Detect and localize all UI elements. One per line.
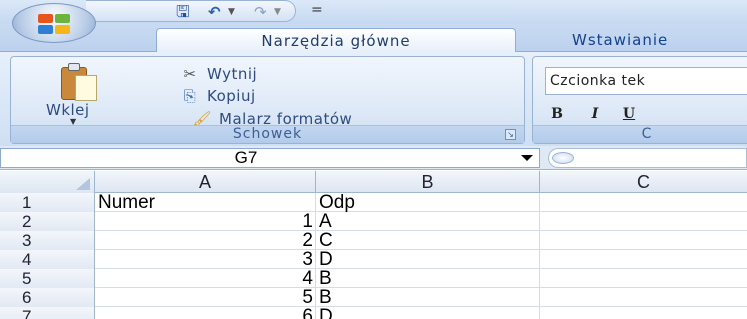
select-all-corner[interactable] [0,171,95,193]
italic-button[interactable]: I [583,103,607,125]
row-header[interactable]: 4 [0,250,95,269]
table-row: 6 5 B [0,288,747,307]
table-row: 7 6 D [0,307,747,319]
font-group: Czcionka tek B I U C [532,56,747,144]
scissors-icon: ✂ [183,65,197,83]
cell-c2[interactable] [540,212,747,231]
ribbon-tab-bar: Narzędzia główne Wstawianie [0,24,747,53]
paste-button[interactable]: Wklej [46,101,90,119]
cell-b7[interactable]: D [316,307,540,319]
cell-a6[interactable]: 5 [95,288,316,307]
column-header-row: A B C [0,171,747,193]
name-box-value: G7 [234,148,258,167]
table-row: 1 Numer Odp [0,193,747,212]
dialog-launcher-icon[interactable]: ↘ [505,129,516,140]
row-header[interactable]: 7 [0,307,95,319]
cell-c5[interactable] [540,269,747,288]
bold-button[interactable]: B [545,103,569,125]
redo-dropdown-icon[interactable]: ▼ [274,3,281,21]
underline-button[interactable]: U [617,103,641,125]
cell-c1[interactable] [540,193,747,212]
cell-a3[interactable]: 2 [95,231,316,250]
tab-insert[interactable]: Wstawianie [558,28,682,53]
row-header[interactable]: 3 [0,231,95,250]
copy-button[interactable]: ⎘ Kopiuj [179,85,256,109]
font-group-title: C [533,125,747,143]
cell-b5[interactable]: B [316,269,540,288]
paste-icon[interactable] [57,63,101,103]
ribbon: Wklej ▼ ✂ Wytnij ⎘ Kopiuj 🖌 Malarz formatów… [0,52,747,146]
quick-access-toolbar: 🖫 ↶ ▼ ↷ ▼ [86,0,296,22]
cell-a7[interactable]: 6 [95,307,316,319]
formula-bar: G7 [0,146,747,170]
clipboard-group-title: Schowek [11,125,524,143]
cell-c7[interactable] [540,307,747,319]
cell-b4[interactable]: D [316,250,540,269]
save-icon[interactable]: 🖫 [176,3,190,21]
chevron-down-icon[interactable] [521,155,533,161]
font-group-title-fragment: C [641,126,653,142]
office-logo-icon [38,14,70,34]
table-row: 3 2 C [0,231,747,250]
cell-a4[interactable]: 3 [95,250,316,269]
clipboard-group: Wklej ▼ ✂ Wytnij ⎘ Kopiuj 🖌 Malarz formatów… [10,56,525,144]
row-header[interactable]: 5 [0,269,95,288]
undo-icon[interactable]: ↶ [208,3,221,21]
column-header-b[interactable]: B [316,171,540,193]
cell-c3[interactable] [540,231,747,250]
copy-label: Kopiuj [207,87,256,105]
cell-b3[interactable]: C [316,231,540,250]
cell-c4[interactable] [540,250,747,269]
spreadsheet-grid: A B C 1 Numer Odp 2 1 A 3 2 C 4 3 D 5 4 … [0,171,747,319]
column-header-a[interactable]: A [95,171,316,193]
row-header[interactable]: 1 [0,193,95,212]
formula-input[interactable] [548,148,747,168]
cell-a2[interactable]: 1 [95,212,316,231]
cell-b2[interactable]: A [316,212,540,231]
cell-a5[interactable]: 4 [95,269,316,288]
cell-b1[interactable]: Odp [316,193,540,212]
column-header-c[interactable]: C [540,171,747,193]
cut-button[interactable]: ✂ Wytnij [179,63,257,87]
copy-icon: ⎘ [183,87,197,105]
cut-label: Wytnij [207,65,258,83]
redo-icon[interactable]: ↷ [254,3,267,21]
office-button[interactable] [12,3,96,43]
table-row: 4 3 D [0,250,747,269]
table-row: 2 1 A [0,212,747,231]
tab-home[interactable]: Narzędzia główne [156,28,516,53]
table-row: 5 4 B [0,269,747,288]
undo-dropdown-icon[interactable]: ▼ [228,3,235,21]
customize-qat-icon[interactable]: = [311,1,323,19]
fx-button-icon[interactable] [552,152,574,164]
row-header[interactable]: 2 [0,212,95,231]
font-name-field[interactable]: Czcionka tek [545,67,747,95]
cell-c6[interactable] [540,288,747,307]
name-box[interactable]: G7 [0,148,540,168]
title-bar: 🖫 ↶ ▼ ↷ ▼ = [0,0,747,24]
row-header[interactable]: 6 [0,288,95,307]
cell-b6[interactable]: B [316,288,540,307]
cell-a1[interactable]: Numer [95,193,316,212]
